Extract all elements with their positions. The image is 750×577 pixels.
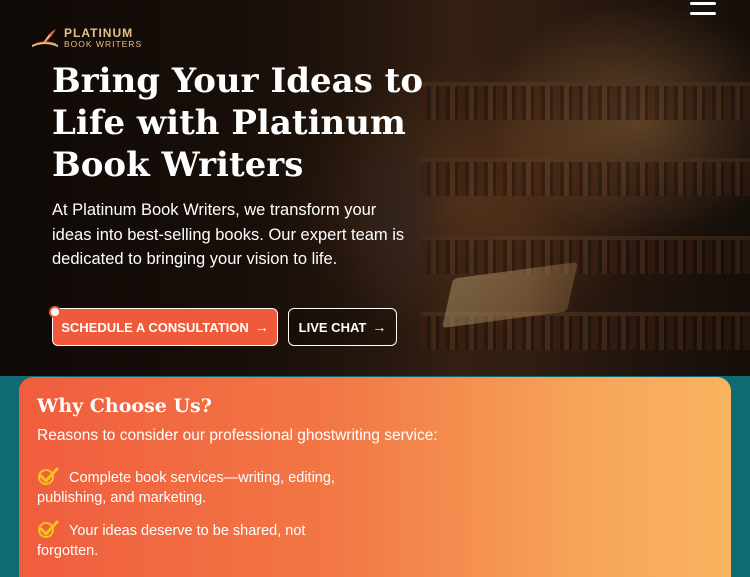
live-chat-button[interactable]: LIVE CHAT →	[288, 308, 397, 346]
list-item: Your ideas deserve to be shared, not for…	[37, 520, 357, 561]
brand-tagline: BOOK WRITERS	[64, 39, 143, 50]
hero-intro: At Platinum Book Writers, we transform y…	[52, 201, 405, 268]
why-item-text: Complete book services—writing, editing,…	[37, 470, 335, 506]
list-item: Complete book services—writing, editing,…	[37, 467, 357, 508]
hero-headline: Bring Your Ideas to Life with Platinum B…	[52, 61, 424, 185]
live-chat-label: LIVE CHAT	[298, 319, 367, 335]
button-dot-decoration	[49, 306, 61, 318]
menu-bar	[690, 12, 716, 15]
quill-book-icon	[32, 29, 58, 47]
schedule-consultation-label: SCHEDULE A CONSULTATION	[61, 319, 249, 335]
hamburger-menu-icon[interactable]	[686, 0, 720, 22]
checkmark-icon	[38, 520, 59, 538]
why-title: Why Choose Us?	[37, 395, 212, 417]
schedule-consultation-button[interactable]: SCHEDULE A CONSULTATION →	[49, 306, 278, 346]
why-item-text: Your ideas deserve to be shared, not for…	[37, 523, 306, 559]
brand-name: PLATINUM	[64, 26, 134, 41]
arrow-right-icon: →	[372, 319, 387, 335]
arrow-right-icon: →	[254, 319, 269, 335]
checkmark-icon	[38, 467, 59, 485]
menu-bar	[690, 2, 716, 5]
why-choose-us-card: Why Choose Us? Reasons to consider our p…	[19, 377, 731, 577]
why-subtitle: Reasons to consider our professional gho…	[37, 427, 438, 444]
brand-logo[interactable]: PLATINUM BOOK WRITERS	[30, 26, 142, 50]
